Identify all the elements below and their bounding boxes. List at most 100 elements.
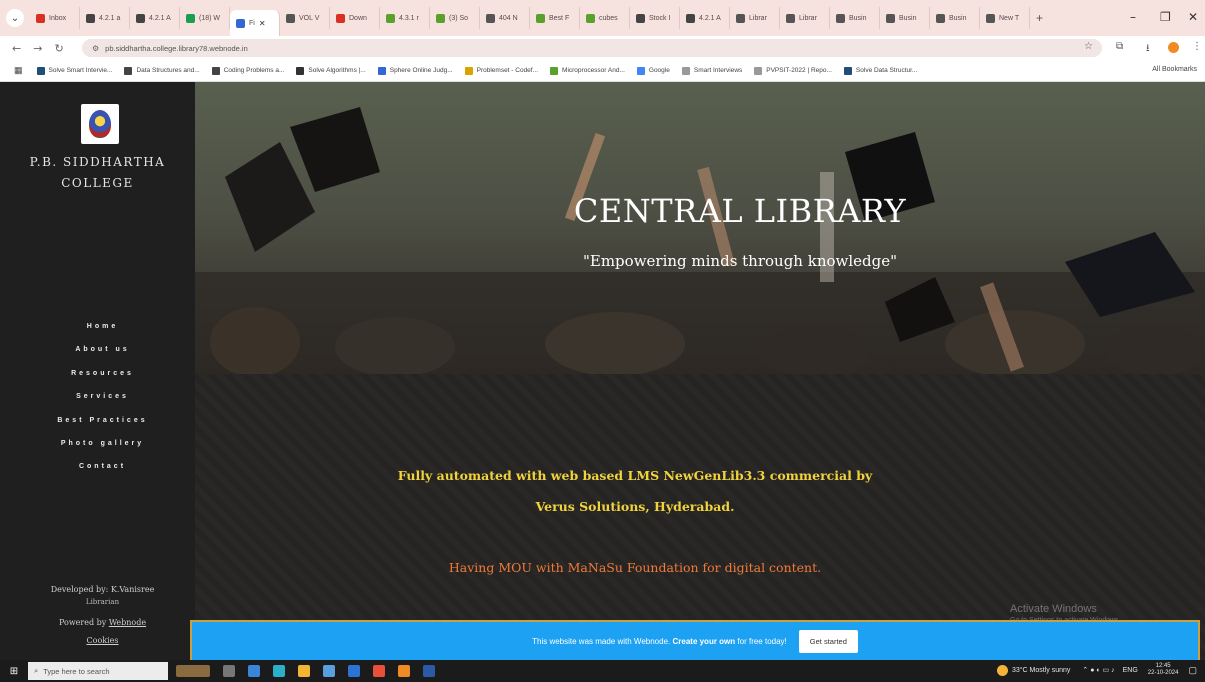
- search-icon: ⌕: [34, 666, 39, 675]
- nav-home[interactable]: Home: [0, 315, 205, 338]
- extensions-icon[interactable]: ⧉: [1116, 41, 1123, 52]
- crowd-shape: [210, 307, 300, 374]
- browser-tab[interactable]: 404 N: [480, 7, 530, 29]
- notifications-icon[interactable]: ▢: [1188, 665, 1197, 676]
- word-icon[interactable]: [423, 665, 435, 677]
- sun-icon: [996, 664, 1008, 676]
- browser-tab[interactable]: 4.2.1 A: [680, 7, 730, 29]
- back-icon[interactable]: ←: [12, 42, 21, 55]
- tab-label: Busin: [849, 14, 867, 22]
- browser-tab[interactable]: Stock I: [630, 7, 680, 29]
- browser-tab[interactable]: Librar: [730, 7, 780, 29]
- browser-tab[interactable]: (18) W: [180, 7, 230, 29]
- browser-tab[interactable]: VOL V: [280, 7, 330, 29]
- store-icon[interactable]: [273, 665, 285, 677]
- bookmark-item[interactable]: Google: [636, 66, 670, 75]
- browser-tab[interactable]: New T: [980, 7, 1030, 29]
- all-bookmarks-link[interactable]: All Bookmarks: [1152, 66, 1197, 73]
- powered-by: Powered by Webnode: [0, 618, 205, 627]
- language-indicator[interactable]: ENG: [1123, 667, 1138, 674]
- nav-contact[interactable]: Contact: [0, 455, 205, 478]
- bookmark-item[interactable]: Coding Problems a...: [211, 66, 284, 75]
- developer-credit: Developed by: K.Vanisree Librarian: [0, 584, 205, 608]
- college-logo[interactable]: [81, 104, 119, 144]
- browser-tab-bar: ⌄ Inbox 4.2.1 a 4.2.1 A (18) W Fi ✕ VOL V Down 4…: [0, 0, 1205, 36]
- tab-close-icon[interactable]: ✕: [259, 19, 266, 28]
- tab-favicon-icon: [436, 13, 445, 23]
- weather-text[interactable]: 33°C Mostly sunny: [1012, 667, 1070, 674]
- nav-resources[interactable]: Resources: [0, 362, 205, 385]
- bookmark-item[interactable]: Microprocessor And...: [550, 66, 625, 75]
- cookies-link[interactable]: Cookies: [0, 636, 205, 645]
- browser-tab[interactable]: cubes: [580, 7, 630, 29]
- download-icon[interactable]: ⭳: [1146, 41, 1150, 58]
- edge-icon[interactable]: [248, 665, 260, 677]
- get-started-button[interactable]: Get started: [798, 629, 858, 653]
- browser-tab[interactable]: Inbox: [30, 7, 80, 29]
- calendar-icon[interactable]: [323, 665, 335, 677]
- bookmark-favicon-icon: [843, 66, 852, 75]
- browser-tab[interactable]: Best F: [530, 7, 580, 29]
- firefox-icon[interactable]: [398, 665, 410, 677]
- developer-role: Librarian: [85, 598, 120, 606]
- menu-icon[interactable]: ⋮: [1192, 41, 1202, 52]
- nav-services[interactable]: Services: [0, 385, 205, 408]
- tab-label: Down: [349, 14, 367, 22]
- tab-favicon-icon: [236, 18, 245, 28]
- tab-label: (3) So: [449, 14, 469, 22]
- webnode-link[interactable]: Webnode: [109, 618, 146, 627]
- maximize-icon[interactable]: ❐: [1160, 10, 1171, 24]
- browser-tab[interactable]: 4.3.1 r: [380, 7, 430, 29]
- reload-icon[interactable]: ↻: [54, 42, 63, 55]
- browser-tab[interactable]: Busin: [880, 7, 930, 29]
- bookmark-favicon-icon: [296, 66, 305, 75]
- bookmark-favicon-icon: [636, 66, 645, 75]
- bookmark-item[interactable]: Solve Data Structur...: [843, 66, 917, 75]
- weather-widget-icon[interactable]: [176, 665, 210, 677]
- bookmark-item[interactable]: Problemset - Codef...: [464, 66, 538, 75]
- close-window-icon[interactable]: ✕: [1188, 10, 1198, 24]
- tab-label: Busin: [899, 14, 917, 22]
- tray-icons[interactable]: ⌃ ● ◐ ▭ ♪: [1082, 666, 1114, 674]
- tab-active[interactable]: Fi ✕: [230, 10, 280, 36]
- bookmark-item[interactable]: Solve Algorithms |...: [296, 66, 366, 75]
- bookmark-label: Google: [648, 67, 670, 74]
- browser-tab[interactable]: Librar: [780, 7, 830, 29]
- bookmark-star-icon[interactable]: ☆: [1084, 41, 1093, 52]
- bookmark-item[interactable]: PVPSIT-2022 | Repo...: [754, 66, 832, 75]
- tab-search-icon[interactable]: ⌄: [6, 9, 24, 27]
- windows-start-icon[interactable]: ⊞: [0, 666, 28, 677]
- task-view-icon[interactable]: [223, 665, 235, 677]
- browser-tab[interactable]: 4.2.1 a: [80, 7, 130, 29]
- nav-photo-gallery[interactable]: Photo gallery: [0, 432, 205, 455]
- clock[interactable]: 12:45 22-10-2024: [1148, 663, 1179, 677]
- bookmark-item[interactable]: Sphere Online Judg...: [377, 66, 453, 75]
- chrome-icon[interactable]: [373, 665, 385, 677]
- new-tab-icon[interactable]: +: [1036, 11, 1043, 25]
- minimize-icon[interactable]: –: [1130, 10, 1136, 24]
- url-input[interactable]: ⚙ pb.siddhartha.college.library78.webnod…: [82, 39, 1102, 57]
- bookmark-item[interactable]: Smart Interviews: [681, 66, 742, 75]
- college-name[interactable]: P.B. SIDDHARTHA COLLEGE: [0, 152, 195, 194]
- tab-favicon-icon: [736, 13, 745, 23]
- site-info-icon[interactable]: ⚙: [92, 44, 99, 53]
- browser-tab[interactable]: Down: [330, 7, 380, 29]
- browser-tab[interactable]: Busin: [830, 7, 880, 29]
- powered-by-prefix: Powered by: [58, 618, 107, 627]
- bookmark-item[interactable]: Solve Smart Intervie...: [36, 66, 112, 75]
- nav-best-practices[interactable]: Best Practices: [0, 409, 205, 432]
- bookmark-favicon-icon: [211, 66, 220, 75]
- bookmark-item[interactable]: Data Structures and...: [124, 66, 200, 75]
- browser-tab[interactable]: (3) So: [430, 7, 480, 29]
- apps-icon[interactable]: ▦: [14, 65, 23, 76]
- browser-tab[interactable]: 4.2.1 A: [130, 7, 180, 29]
- create-your-own-link[interactable]: Create your own: [672, 637, 735, 646]
- tab-label: Best F: [549, 14, 570, 22]
- taskbar-search-input[interactable]: ⌕ Type here to search: [28, 662, 168, 680]
- profile-avatar[interactable]: [1168, 42, 1179, 53]
- browser-tab[interactable]: Busin: [930, 7, 980, 29]
- file-explorer-icon[interactable]: [298, 665, 310, 677]
- mail-icon[interactable]: [348, 665, 360, 677]
- nav-about-us[interactable]: About us: [0, 338, 205, 361]
- forward-icon[interactable]: →: [33, 42, 42, 55]
